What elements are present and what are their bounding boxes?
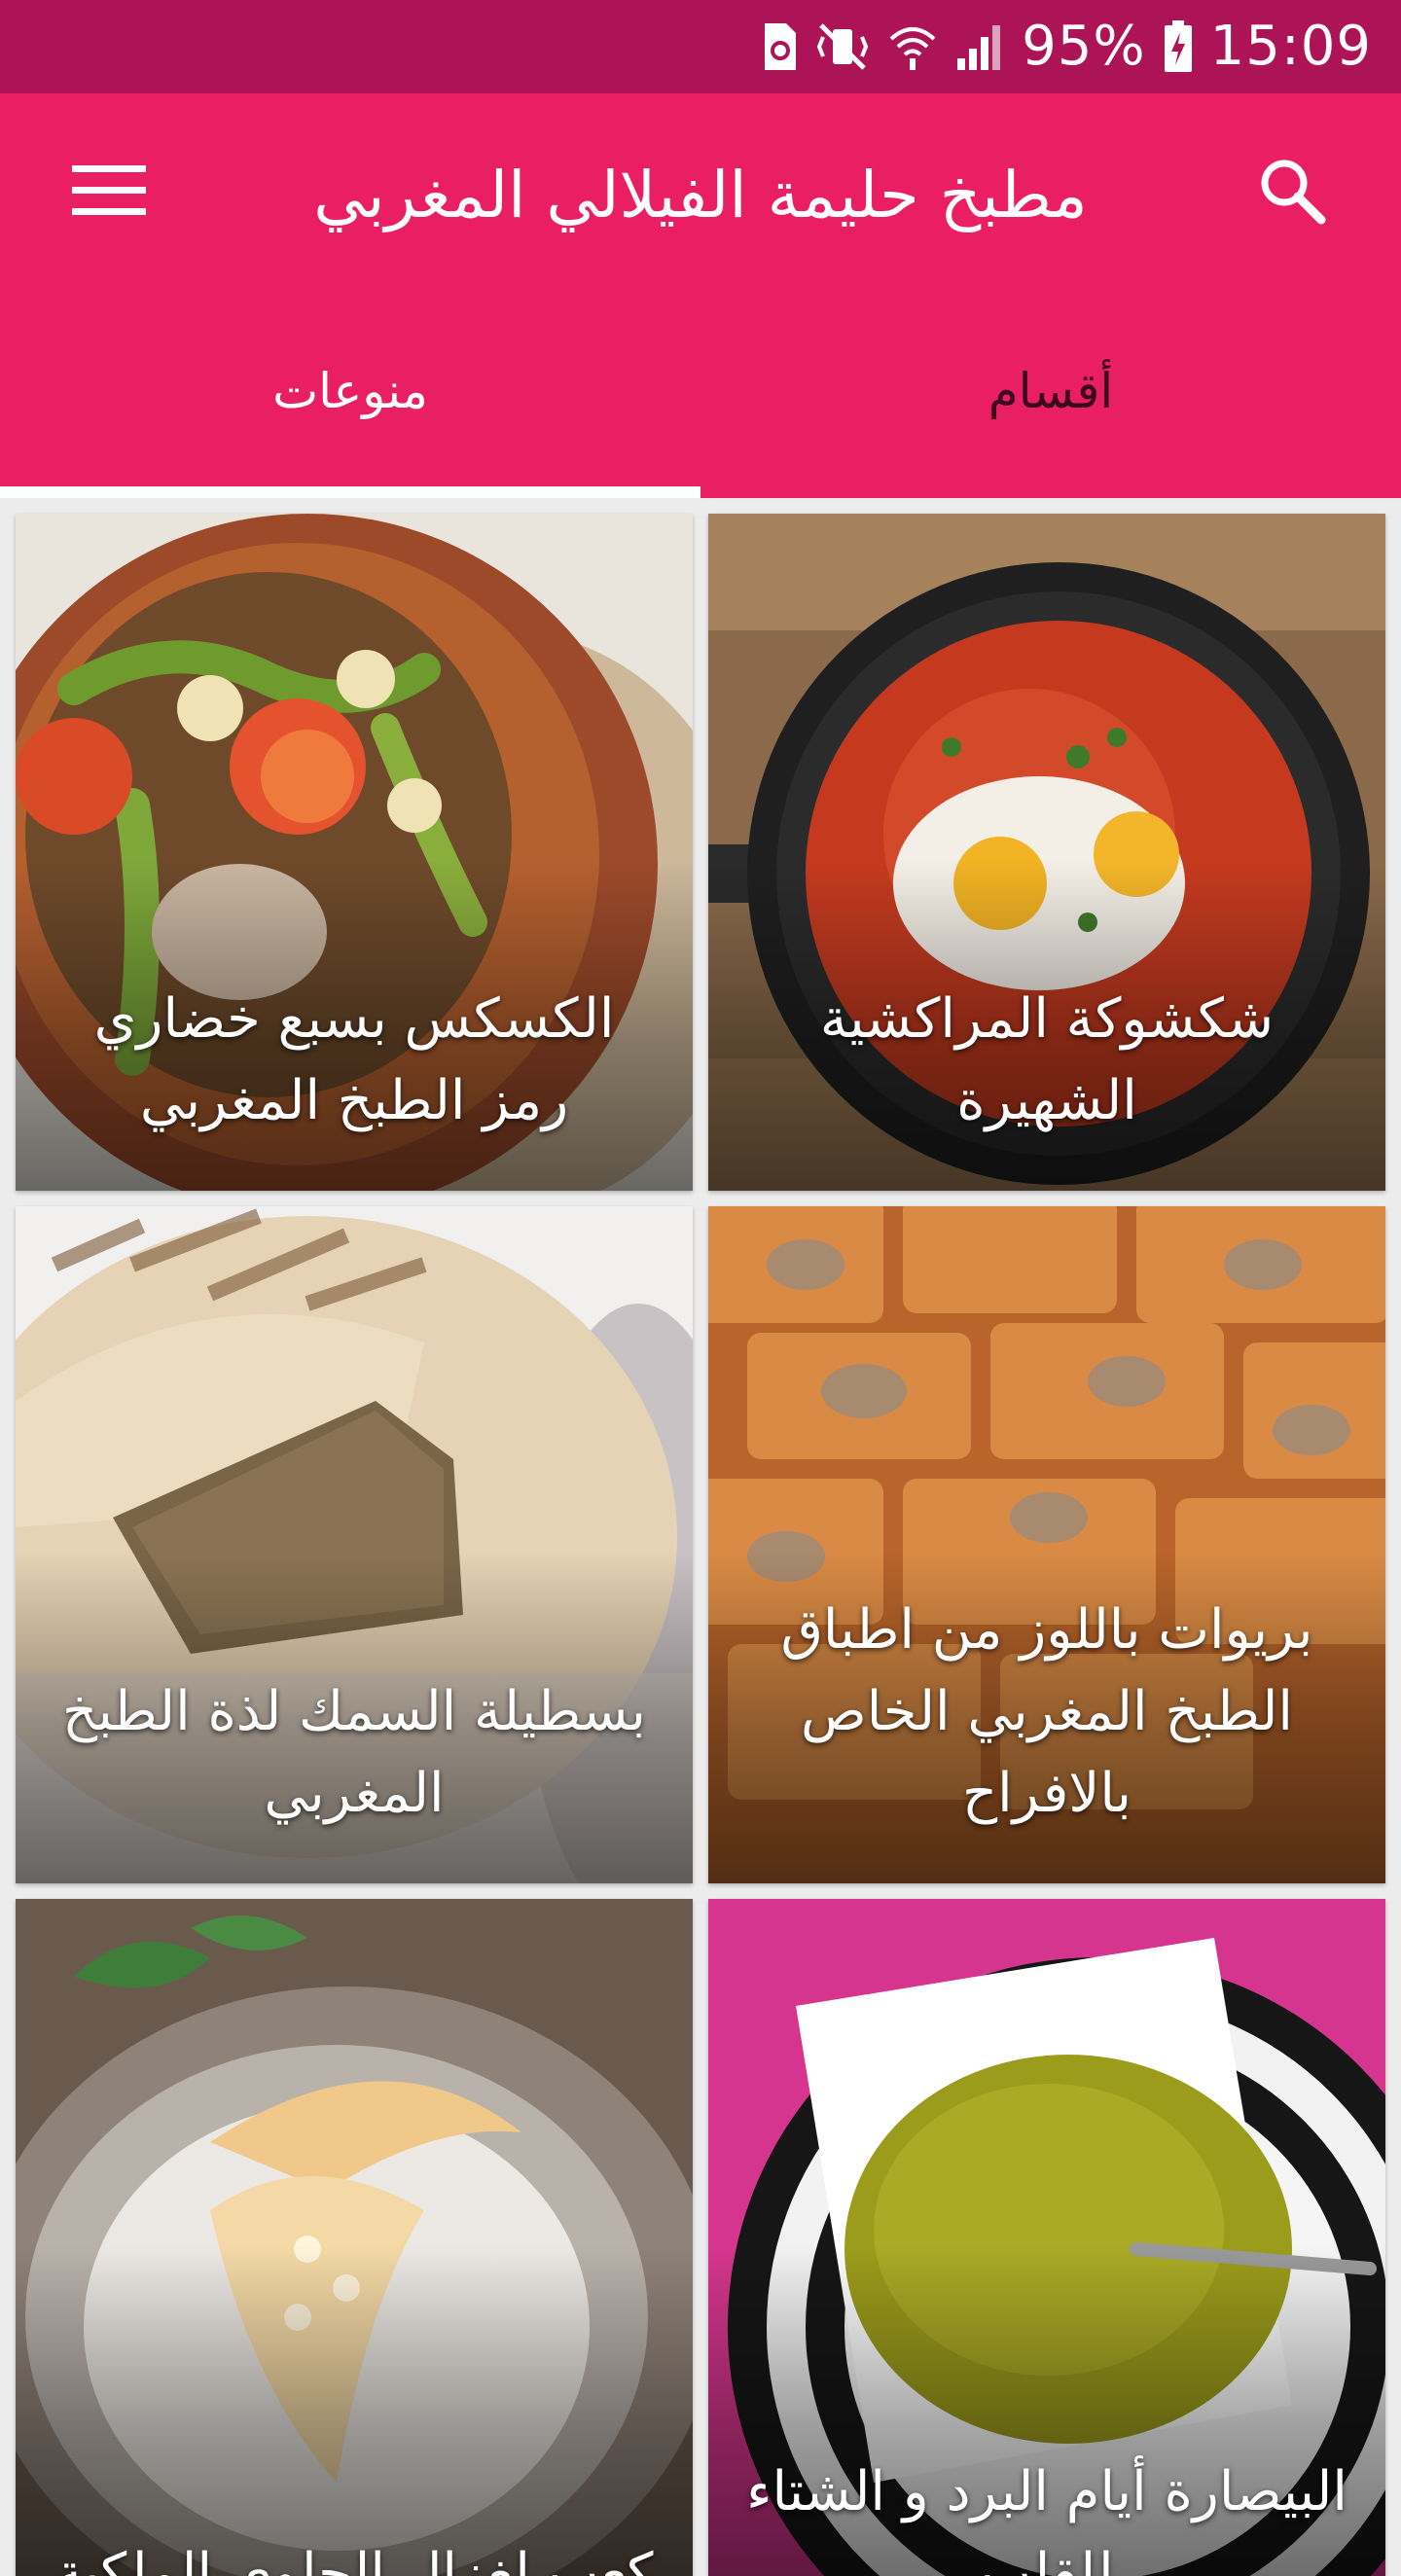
clock: 15:09 (1209, 15, 1372, 78)
battery-charging-icon (1164, 20, 1193, 73)
tab-selected-indicator (0, 486, 700, 498)
hamburger-menu-icon (72, 163, 146, 222)
tab-categories-label: أقسام (988, 363, 1114, 419)
tab-misc[interactable]: منوعات (0, 319, 700, 498)
tab-categories[interactable]: أقسام (700, 319, 1401, 498)
search-icon (1257, 156, 1327, 230)
battery-percentage: 95% (1022, 15, 1146, 78)
app-title: مطبخ حليمة الفيلالي المغربي (313, 158, 1088, 233)
recycle-notification-icon (763, 21, 798, 72)
vibrate-mute-icon (815, 21, 870, 72)
recipe-card-briouats[interactable]: بريوات باللوز من اطباق الطبخ المغربي الخ… (708, 1206, 1385, 1883)
recipe-grid: الكسكس بسبع خضاري رمز الطبخ المغربي شكشو… (16, 514, 1385, 2576)
app-bar: مطبخ حليمة الفيلالي المغربي منوعات أقسام (0, 93, 1401, 498)
recipe-title: كعب لغزال الحلوى الملكية (54, 2542, 654, 2576)
recipe-card-couscous[interactable]: الكسكس بسبع خضاري رمز الطبخ المغربي (16, 514, 693, 1191)
recipe-title: البيصارة أيام البرد و الشتاء للقلب (746, 2460, 1347, 2576)
card-shade (16, 2245, 693, 2576)
recipe-title: بريوات باللوز من اطباق الطبخ المغربي الخ… (780, 1598, 1313, 1825)
wifi-icon (887, 21, 938, 72)
tab-bar: منوعات أقسام (0, 319, 1401, 498)
recipe-title: الكسكس بسبع خضاري رمز الطبخ المغربي (93, 987, 615, 1132)
status-icons: 95% 15:09 (763, 0, 1372, 93)
recipe-card-kaab-el-ghzal[interactable]: كعب لغزال الحلوى الملكية (16, 1899, 693, 2576)
status-bar: 95% 15:09 (0, 0, 1401, 93)
recipe-card-shakshouka[interactable]: شكشوكة المراكشية الشهيرة (708, 514, 1385, 1191)
menu-button[interactable] (39, 132, 179, 253)
search-button[interactable] (1222, 132, 1362, 253)
recipe-card-bissara[interactable]: البيصارة أيام البرد و الشتاء للقلب (708, 1899, 1385, 2576)
cell-signal-icon (955, 21, 1004, 72)
recipe-card-pastilla[interactable]: بسطيلة السمك لذة الطبخ المغربي (16, 1206, 693, 1883)
tab-misc-label: منوعات (272, 363, 428, 419)
recipe-title: بسطيلة السمك لذة الطبخ المغربي (62, 1680, 646, 1825)
recipe-title: شكشوكة المراكشية الشهيرة (819, 987, 1275, 1132)
